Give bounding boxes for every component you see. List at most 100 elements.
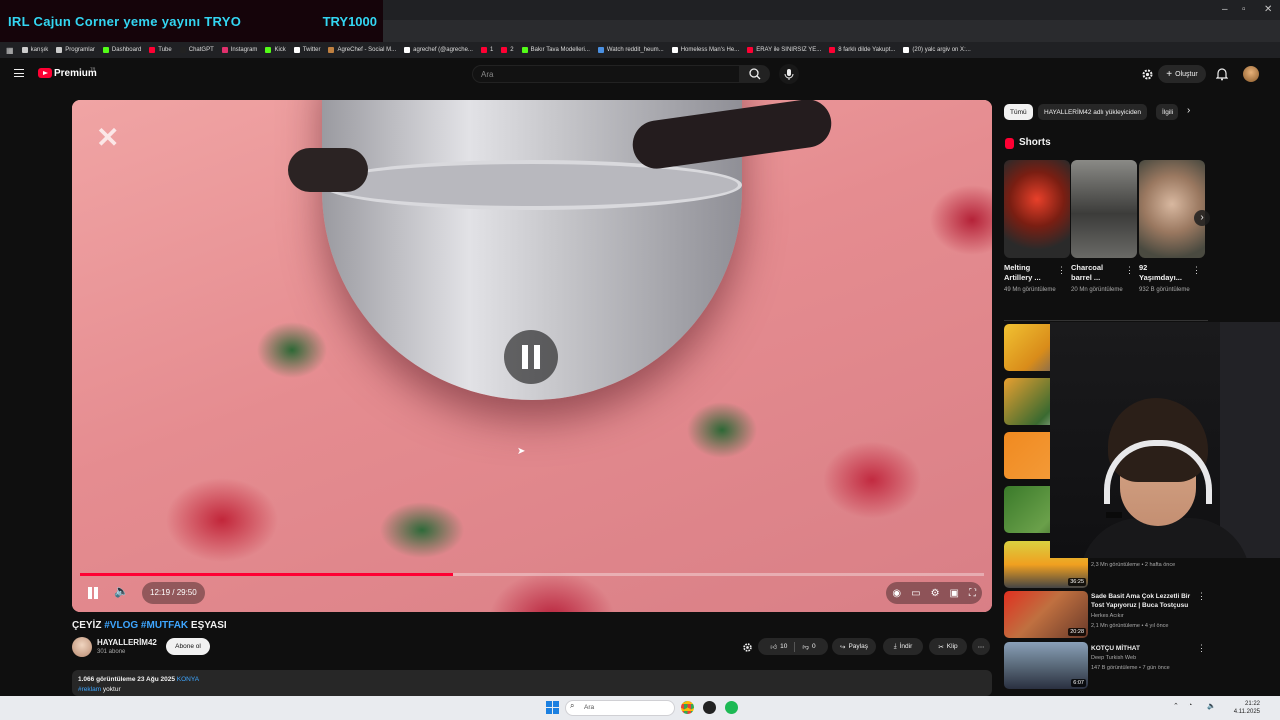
hashtag-link[interactable]: #VLOG — [104, 620, 138, 631]
clock[interactable]: 21:22 4.11.2025 — [1234, 700, 1260, 716]
bookmark-favicon-icon — [293, 47, 300, 53]
chip-related[interactable]: İlgili — [1156, 104, 1178, 120]
close-window-button[interactable]: ✕ — [1264, 4, 1272, 15]
subscribe-button[interactable]: Abone ol — [166, 638, 210, 655]
short-title[interactable]: Charcoal barrel ... — [1071, 263, 1123, 283]
youtube-logo-icon[interactable] — [38, 68, 52, 78]
video-pot-rim — [322, 160, 742, 210]
plus-icon: + — [1166, 68, 1173, 80]
video-duration: 36:25 — [1068, 578, 1086, 586]
bookmark-item[interactable]: ChatGPT — [179, 47, 214, 53]
pause-button[interactable] — [84, 586, 100, 600]
more-icon[interactable]: ⋮ — [1057, 265, 1066, 276]
bookmark-item[interactable]: agrechef (@agreche... — [404, 47, 473, 53]
dislike-button[interactable]: 👎︎ 0 — [802, 643, 815, 651]
channel-avatar[interactable] — [72, 637, 92, 657]
bookmark-item[interactable]: Programlar — [56, 47, 95, 53]
video-thumbnail[interactable]: 6:07 — [1004, 642, 1088, 689]
video-title-link[interactable]: Sade Basit Ama Çok Lezzetli Bir Tost Yap… — [1091, 592, 1195, 610]
create-button[interactable]: + Oluştur — [1158, 65, 1206, 83]
short-thumbnail[interactable] — [1071, 160, 1137, 258]
apps-icon[interactable]: ▦ — [6, 46, 14, 55]
search-input[interactable]: Ara — [472, 65, 740, 83]
clip-button[interactable]: ✂ Klip — [929, 638, 967, 655]
bookmark-item[interactable]: AgreChef - Social M... — [328, 47, 396, 53]
bookmark-item[interactable]: ERAY ile SINIRSIZ YE... — [747, 47, 821, 53]
bookmark-item[interactable]: Kick — [265, 47, 286, 53]
fullscreen-icon[interactable]: ⛶ — [969, 588, 976, 599]
progress-bar[interactable] — [80, 573, 984, 576]
divider — [1004, 320, 1208, 321]
clock-date: 4.11.2025 — [1233, 709, 1260, 715]
network-icon[interactable]: ◔ — [1188, 702, 1192, 709]
video-channel[interactable]: Deep Turkish Web — [1091, 655, 1136, 661]
video-title-link[interactable]: KOTÇU MİTHAT — [1091, 644, 1195, 653]
video-player[interactable]: ✕ 🔈 12:19 / 29:50 ◉ ▭ ⚙ ▣ ⛶ — [72, 100, 992, 612]
account-avatar[interactable] — [1243, 66, 1259, 82]
subtitles-icon[interactable]: ▭ — [911, 588, 920, 599]
hashtag-link[interactable]: #reklam — [78, 686, 101, 693]
share-button[interactable]: ↪ Paylaş — [832, 638, 876, 655]
volume-tray-icon[interactable]: 🔈 — [1207, 702, 1216, 710]
settings-icon[interactable]: ⚙ — [931, 588, 940, 599]
short-thumbnail[interactable] — [1004, 160, 1070, 258]
chevron-right-icon[interactable]: › — [1187, 105, 1190, 116]
location-link[interactable]: KONYA — [177, 676, 199, 683]
bookmark-item[interactable]: Instagram — [221, 47, 257, 53]
bookmark-item[interactable]: Watch reddit_heum... — [597, 47, 664, 53]
bookmark-item[interactable]: Bakır Tava Modelleri... — [521, 47, 590, 53]
bookmark-item[interactable]: (20) yalc argiv on X:... — [903, 47, 971, 53]
channel-name[interactable]: HAYALLERİM42 — [97, 638, 157, 647]
bell-icon[interactable] — [1216, 67, 1228, 81]
chip-uploader[interactable]: HAYALLERİM42 adlı yükleyiciden — [1038, 104, 1147, 120]
bookmark-favicon-icon — [179, 47, 186, 53]
chrome-icon[interactable] — [681, 701, 694, 714]
windows-start-icon[interactable] — [546, 701, 559, 714]
more-icon[interactable]: ⋮ — [1125, 265, 1134, 276]
bookmark-item[interactable]: Twitter — [293, 47, 320, 53]
short-title[interactable]: Melting Artillery ... — [1004, 263, 1056, 283]
bookmark-item[interactable]: 8 farklı dilde Yakupt... — [829, 47, 895, 53]
tray-chevron-icon[interactable]: ⌃ — [1173, 702, 1179, 710]
miniplayer-icon[interactable]: ▣ — [950, 588, 959, 599]
bookmark-item[interactable]: Tube — [149, 47, 172, 53]
app-icon[interactable] — [703, 701, 716, 714]
taskbar-search-input[interactable]: Ara — [565, 700, 675, 716]
bookmark-favicon-icon — [21, 47, 28, 53]
more-icon[interactable]: ⋮ — [1197, 643, 1206, 654]
volume-icon[interactable]: 🔈 — [114, 584, 129, 598]
gear-icon[interactable] — [1141, 68, 1154, 81]
bookmark-label: Kick — [274, 47, 286, 53]
more-actions-button[interactable]: ⋯ — [972, 638, 990, 655]
chip-all[interactable]: Tümü — [1004, 104, 1033, 120]
search-button[interactable] — [740, 65, 770, 83]
bookmark-item[interactable]: Dashboard — [102, 47, 141, 53]
bookmark-favicon-icon — [328, 47, 335, 53]
description-box[interactable]: 1.066 görüntüleme 23 Ağu 2025 KONYA #rek… — [72, 670, 992, 696]
more-icon[interactable]: ⋮ — [1197, 591, 1206, 602]
video-thumbnail[interactable]: 20:28 — [1004, 591, 1088, 638]
menu-icon[interactable] — [14, 69, 24, 77]
video-channel[interactable]: Herkes Acıkır — [1091, 613, 1124, 619]
hashtag-link[interactable]: #MUTFAK — [141, 620, 188, 631]
voice-search-button[interactable] — [779, 64, 799, 84]
restore-button[interactable]: ▫ — [1242, 4, 1246, 15]
bookmark-item[interactable]: karışık — [21, 47, 48, 53]
logo-region: TR — [90, 66, 96, 71]
center-pause-icon[interactable] — [504, 330, 558, 384]
autoplay-toggle-icon[interactable]: ◉ — [892, 588, 901, 599]
more-icon[interactable]: ⋮ — [1192, 265, 1201, 276]
short-thumbnail[interactable] — [1139, 160, 1205, 258]
bookmark-favicon-icon — [829, 47, 836, 53]
gear-icon[interactable] — [742, 642, 753, 653]
like-button[interactable]: 👍︎ 10 — [770, 643, 787, 651]
minimize-button[interactable]: – — [1222, 4, 1228, 15]
short-title[interactable]: 92 Yaşımdayı... — [1139, 263, 1191, 283]
download-button[interactable]: ⤓ İndir — [883, 638, 923, 655]
bookmark-item[interactable]: 2 — [501, 47, 514, 53]
video-title: ÇEYİZ #VLOG #MUTFAK EŞYASI — [72, 620, 227, 631]
bookmark-item[interactable]: 1 — [480, 47, 493, 53]
bookmark-item[interactable]: Homeless Man's He... — [671, 47, 739, 53]
shorts-next-button[interactable]: › — [1194, 210, 1210, 226]
spotify-icon[interactable] — [725, 701, 738, 714]
